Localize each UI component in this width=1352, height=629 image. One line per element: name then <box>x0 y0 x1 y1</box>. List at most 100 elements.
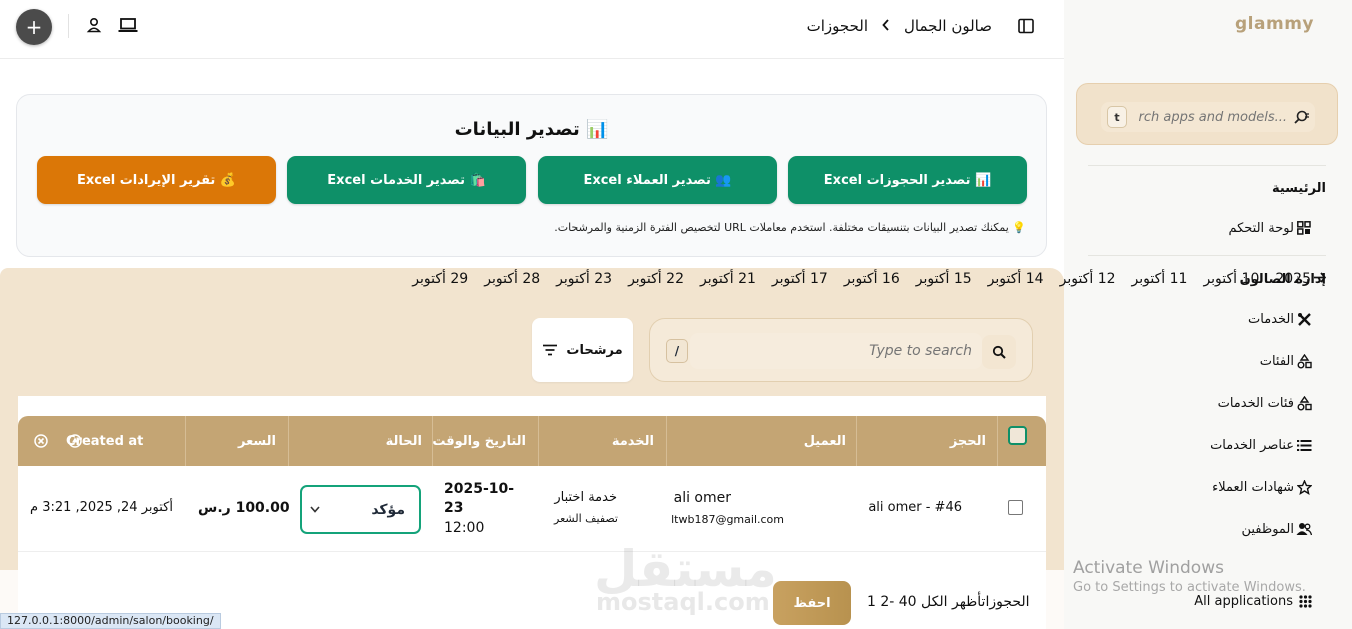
date-item[interactable]: 10 أكتوبر <box>1203 271 1259 287</box>
service-category: تصفيف الشعر <box>554 512 618 525</box>
sidebar-section-home: الرئيسية <box>1271 181 1326 196</box>
date-filter-bar: 2025 10 أكتوبر 11 أكتوبر 12 أكتوبر 14 أك… <box>412 271 1327 287</box>
client-name: ali omer <box>673 490 731 506</box>
dashboard-icon <box>1296 220 1312 236</box>
users-icon <box>1296 521 1312 537</box>
remove-sort-icon[interactable] <box>34 433 48 452</box>
sidebar-search-container: t <box>1076 83 1338 145</box>
export-services-button[interactable]: 🛍️ تصدير الخدمات Excel <box>287 156 526 204</box>
shapes-icon <box>1296 395 1312 411</box>
sidebar-item-label: فئات الخدمات <box>1217 395 1294 411</box>
pagination-info[interactable]: 1 2- 40 الحجوزاتأظهر الكل <box>867 594 1030 610</box>
tools-icon <box>1296 311 1312 327</box>
select-all-checkbox[interactable] <box>1008 426 1027 445</box>
status-value: مؤكد <box>371 501 405 518</box>
column-separator <box>288 416 289 466</box>
sidebar-item-testimonials[interactable]: شهادات العملاء <box>1212 479 1312 495</box>
sidebar-item-label: شهادات العملاء <box>1212 479 1294 495</box>
date-item[interactable]: 16 أكتوبر <box>844 271 900 287</box>
sidebar-divider <box>1088 165 1326 166</box>
sidebar-item-employees[interactable]: الموظفين <box>1241 521 1312 537</box>
top-header: + صالون الجمال الحجوزات <box>0 0 1064 59</box>
date-item[interactable]: 21 أكتوبر <box>700 271 756 287</box>
sidebar-item-label: الموظفين <box>1241 521 1294 537</box>
client-email: ltwb187@gmail.com <box>671 513 784 526</box>
filters-label: مرشحات <box>566 342 623 358</box>
column-separator <box>997 416 998 466</box>
export-hint: 💡 يمكنك تصدير البيانات بتنسيقات مختلفة. … <box>554 221 1026 234</box>
date-item[interactable]: 29 أكتوبر <box>412 271 468 287</box>
date-item[interactable]: 15 أكتوبر <box>916 271 972 287</box>
user-icon[interactable] <box>86 17 102 33</box>
sidebar-search-input[interactable] <box>1127 102 1287 132</box>
sidebar-divider <box>1088 255 1326 256</box>
booking-cell[interactable]: ali omer - #46 <box>868 500 962 515</box>
column-price[interactable]: السعر <box>238 416 276 466</box>
search-icon[interactable] <box>982 335 1016 369</box>
list-icon <box>1296 437 1312 453</box>
column-service[interactable]: الخدمة <box>612 416 654 466</box>
header-separator <box>68 14 69 38</box>
export-clients-button[interactable]: 👥 تصدير العملاء Excel <box>538 156 777 204</box>
activation-title: Activate Windows <box>1073 558 1224 578</box>
revenue-report-button[interactable]: 💰 تقرير الإيرادات Excel <box>37 156 276 204</box>
table-row[interactable]: ali omer - #46 ali omer ltwb187@gmail.co… <box>18 466 1046 552</box>
export-bookings-button[interactable]: 📊 تصدير الحجوزات Excel <box>788 156 1027 204</box>
date-item[interactable]: 11 أكتوبر <box>1132 271 1188 287</box>
sidebar-item-service-categories[interactable]: فئات الخدمات <box>1218 395 1312 411</box>
filters-button[interactable]: مرشحات <box>532 318 633 382</box>
breadcrumb-salon[interactable]: صالون الجمال <box>904 17 992 35</box>
export-card: 📊 تصدير البيانات 📊 تصدير الحجوزات Excel … <box>16 94 1047 257</box>
all-applications-link[interactable]: All applications <box>1194 594 1312 609</box>
sidebar-toggle-icon[interactable] <box>1018 18 1034 34</box>
date-item[interactable]: 28 أكتوبر <box>484 271 540 287</box>
chevron-left-icon <box>882 17 890 35</box>
sidebar-item-service-items[interactable]: عناصر الخدمات <box>1210 437 1312 453</box>
star-icon <box>1296 479 1312 495</box>
date-year[interactable]: 2025 <box>1275 271 1311 287</box>
save-button[interactable]: احفظ <box>773 581 851 625</box>
add-button[interactable]: + <box>16 9 52 45</box>
table-search-input[interactable] <box>690 333 982 369</box>
sidebar-item-label: لوحة التحكم <box>1228 220 1294 236</box>
date-item[interactable]: 12 أكتوبر <box>1060 271 1116 287</box>
breadcrumb: صالون الجمال الحجوزات <box>807 17 992 35</box>
search-shortcut-key: t <box>1107 106 1127 128</box>
sidebar-item-dashboard[interactable]: لوحة التحكم <box>1228 220 1312 236</box>
laptop-icon[interactable] <box>118 17 138 33</box>
created-at-cell: أكتوبر 24, 2025, 3:21 م <box>30 500 173 515</box>
date-item[interactable]: 22 أكتوبر <box>628 271 684 287</box>
column-separator <box>538 416 539 466</box>
column-separator <box>432 416 433 466</box>
search-icon <box>1294 110 1309 124</box>
search-shortcut-key: / <box>666 339 688 363</box>
booking-date-line2: 23 <box>444 500 464 516</box>
sidebar: glammy t الرئيسية لوحة التحكم إدارة الصا… <box>1064 0 1352 629</box>
sidebar-item-label: الخدمات <box>1248 311 1294 327</box>
service-name: خدمة اختبار <box>554 490 617 505</box>
date-item[interactable]: 14 أكتوبر <box>988 271 1044 287</box>
app-logo[interactable]: glammy <box>1235 14 1314 34</box>
row-checkbox[interactable] <box>1008 500 1023 515</box>
watermark-latin: mostaql.com <box>596 588 770 616</box>
shapes-icon <box>1296 353 1312 369</box>
booking-time: 12:00 <box>444 520 485 536</box>
column-separator <box>666 416 667 466</box>
column-booking[interactable]: الحجز <box>950 416 986 466</box>
column-status[interactable]: الحالة <box>386 416 422 466</box>
date-back-arrow-icon[interactable] <box>1313 271 1327 287</box>
status-select[interactable]: مؤكد <box>300 485 421 534</box>
sidebar-item-services[interactable]: الخدمات <box>1248 311 1312 327</box>
booking-date-line1: 2025-10- <box>444 481 515 497</box>
sort-up-icon[interactable] <box>68 433 82 452</box>
sidebar-item-categories[interactable]: الفئات <box>1260 353 1312 369</box>
date-item[interactable]: 23 أكتوبر <box>556 271 612 287</box>
sidebar-search[interactable]: t <box>1101 102 1315 132</box>
date-item[interactable]: 17 أكتوبر <box>772 271 828 287</box>
status-url: 127.0.0.1:8000/admin/salon/booking/ <box>0 613 221 629</box>
column-datetime[interactable]: التاريخ والوقت <box>432 416 526 466</box>
sidebar-item-label: الفئات <box>1259 353 1294 369</box>
grid-icon <box>1299 595 1312 608</box>
export-title: 📊 تصدير البيانات <box>454 119 609 140</box>
column-client[interactable]: العميل <box>804 416 846 466</box>
